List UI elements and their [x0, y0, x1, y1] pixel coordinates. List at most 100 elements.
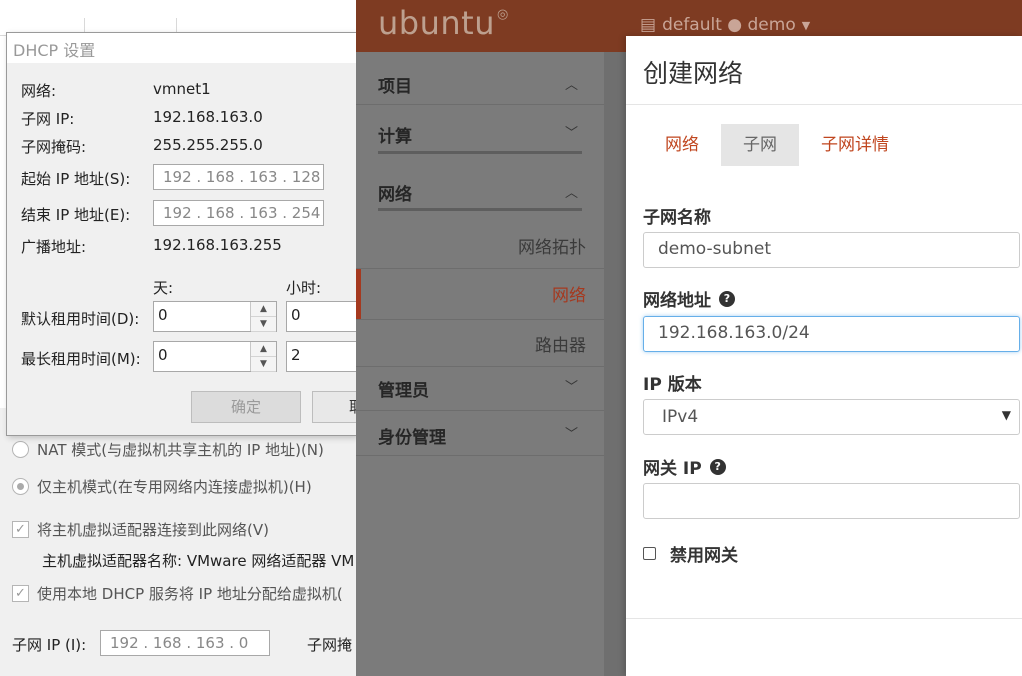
nat-mode-label: NAT 模式(与虚拟机共享主机的 IP 地址)(N)	[37, 441, 324, 459]
sidebar-heading: 计算	[378, 127, 412, 147]
host-only-label: 仅主机模式(在专用网络内连接虚拟机)(H)	[37, 478, 312, 496]
dialog-title: DHCP 设置	[7, 33, 356, 63]
spin-down-icon[interactable]: ▼	[251, 357, 276, 372]
chevron-down-icon: ﹀	[564, 427, 578, 442]
sidebar-item-networks[interactable]: 网络	[552, 281, 586, 306]
sidebar-item-network-topology[interactable]: 网络拓扑	[518, 233, 586, 258]
spinner-value: 0	[158, 306, 168, 324]
default-lease-hours-spinner[interactable]: 0	[286, 301, 358, 332]
use-dhcp-checkbox[interactable]: ✓ 使用本地 DHCP 服务将 IP 地址分配给虚拟机(	[12, 583, 343, 604]
radio-checked-icon	[12, 478, 29, 495]
subnet-ip-value: 192.168.163.0	[153, 108, 263, 126]
broadcast-value: 192.168.163.255	[153, 236, 282, 254]
subnet-ip-label: 子网 IP (I):	[12, 636, 87, 654]
checkmark-icon: ✓	[12, 585, 29, 602]
chevron-down-icon: ﹀	[564, 380, 578, 395]
tab-network[interactable]: 网络	[643, 124, 721, 166]
connect-adapter-checkbox[interactable]: ✓ 将主机虚拟适配器连接到此网络(V)	[12, 519, 269, 540]
tab-subnet[interactable]: 子网	[721, 124, 799, 166]
connect-adapter-label: 将主机虚拟适配器连接到此网络(V)	[37, 521, 269, 539]
dhcp-settings-dialog: DHCP 设置 网络: vmnet1 子网 IP: 192.168.163.0 …	[6, 32, 360, 436]
subnet-mask-label: 子网掩码:	[21, 138, 87, 156]
sidebar-heading: 管理员	[378, 381, 429, 401]
sidebar-divider	[356, 410, 604, 411]
help-icon[interactable]: ?	[709, 458, 726, 475]
sidebar-heading: 项目	[378, 77, 412, 97]
circle-of-friends-icon: ◎	[496, 7, 509, 22]
spin-up-icon[interactable]: ▲	[251, 342, 276, 357]
help-icon[interactable]: ?	[719, 290, 735, 307]
start-ip-label: 起始 IP 地址(S):	[21, 170, 131, 188]
sidebar-divider	[356, 455, 604, 456]
select-value: IPv4	[662, 407, 699, 427]
caret-down-icon: ▼	[801, 18, 811, 32]
subnet-ip-field[interactable]: 192 . 168 . 163 . 0	[100, 630, 270, 656]
vmware-network-editor: NAT 模式(与虚拟机共享主机的 IP 地址)(N) 仅主机模式(在专用网络内连…	[0, 0, 360, 676]
section-underline	[378, 208, 582, 211]
sidebar: 项目 ︿ 计算 ﹀ 网络 ︿ 网络拓扑 网络 路由器 管理员 ﹀ 身份管理 ﹀	[356, 52, 604, 676]
max-lease-days-spinner[interactable]: 0 ▲ ▼	[153, 341, 277, 372]
caret-down-icon: ▼	[1001, 408, 1011, 422]
sidebar-divider	[356, 366, 604, 367]
spinner-value: 2	[291, 346, 301, 364]
spin-up-icon[interactable]: ▲	[251, 302, 276, 317]
network-address-input[interactable]: 192.168.163.0/24	[643, 316, 1020, 352]
disable-gateway-checkbox[interactable]: 禁用网关	[643, 541, 738, 566]
checkbox-icon	[643, 547, 656, 560]
cancel-button[interactable]: 取	[312, 391, 360, 423]
use-dhcp-label: 使用本地 DHCP 服务将 IP 地址分配给虚拟机(	[37, 585, 343, 603]
checkbox-label: 禁用网关	[670, 546, 738, 566]
logo-text: ubuntu	[378, 4, 495, 42]
chevron-up-icon: ︿	[564, 186, 578, 201]
label-text: 网络地址	[643, 291, 711, 311]
active-indicator	[356, 269, 361, 319]
label-text: 网关 IP	[643, 459, 702, 479]
chevron-down-icon: ﹀	[564, 126, 578, 141]
subnet-mask-value: 255.255.255.0	[153, 136, 263, 154]
create-network-modal: 创建网络 网络 子网 子网详情 子网名称 demo-subnet 网络地址 ? …	[626, 36, 1022, 676]
start-ip-field[interactable]: 192 . 168 . 163 . 128	[153, 164, 324, 190]
project-selector-label: default ● demo	[662, 15, 796, 35]
days-header: 天:	[153, 279, 174, 297]
end-ip-label: 结束 IP 地址(E):	[21, 206, 131, 224]
checkmark-icon: ✓	[12, 521, 29, 538]
adapter-name-text: 主机虚拟适配器名称: VMware 网络适配器 VM	[42, 552, 355, 570]
network-label: 网络:	[21, 82, 57, 100]
gateway-ip-label: 网关 IP ?	[643, 454, 726, 479]
network-table-header	[0, 0, 356, 36]
ip-version-select[interactable]: IPv4 ▼	[643, 399, 1020, 435]
radio-icon	[12, 441, 29, 458]
spinner-value: 0	[158, 346, 168, 364]
section-underline	[378, 151, 582, 154]
tab-subnet-details[interactable]: 子网详情	[799, 124, 911, 166]
modal-title: 创建网络	[643, 59, 744, 88]
sidebar-divider	[356, 268, 604, 269]
subnet-mask-label: 子网掩	[307, 636, 353, 654]
end-ip-field[interactable]: 192 . 168 . 163 . 254	[153, 200, 324, 226]
modal-header-divider	[626, 104, 1022, 105]
subnet-name-input[interactable]: demo-subnet	[643, 232, 1020, 268]
sidebar-heading: 身份管理	[378, 428, 446, 448]
max-lease-label: 最长租用时间(M):	[21, 350, 141, 368]
gateway-ip-input[interactable]	[643, 483, 1020, 519]
label-text: 子网名称	[643, 208, 711, 228]
modal-footer-divider	[626, 618, 1022, 619]
ubuntu-logo[interactable]: ubuntu ◎	[378, 4, 509, 42]
host-only-radio[interactable]: 仅主机模式(在专用网络内连接虚拟机)(H)	[12, 476, 312, 497]
sidebar-divider	[356, 319, 604, 320]
spin-down-icon[interactable]: ▼	[251, 317, 276, 332]
project-selector[interactable]: ▤ default ● demo ▼	[640, 15, 810, 35]
subnet-name-label: 子网名称	[643, 203, 711, 228]
sidebar-item-routers[interactable]: 路由器	[535, 331, 586, 356]
default-lease-days-spinner[interactable]: 0 ▲ ▼	[153, 301, 277, 332]
ok-button[interactable]: 确定	[191, 391, 301, 423]
max-lease-hours-spinner[interactable]: 2	[286, 341, 358, 372]
content-area	[604, 52, 628, 676]
network-address-label: 网络地址 ?	[643, 286, 735, 311]
modal-tabs: 网络 子网 子网详情	[643, 124, 911, 166]
nat-mode-radio[interactable]: NAT 模式(与虚拟机共享主机的 IP 地址)(N)	[12, 439, 324, 460]
subnet-ip-label: 子网 IP:	[21, 110, 75, 128]
default-lease-label: 默认租用时间(D):	[21, 310, 140, 328]
sidebar-heading: 网络	[378, 185, 412, 205]
ip-version-label: IP 版本	[643, 370, 702, 395]
